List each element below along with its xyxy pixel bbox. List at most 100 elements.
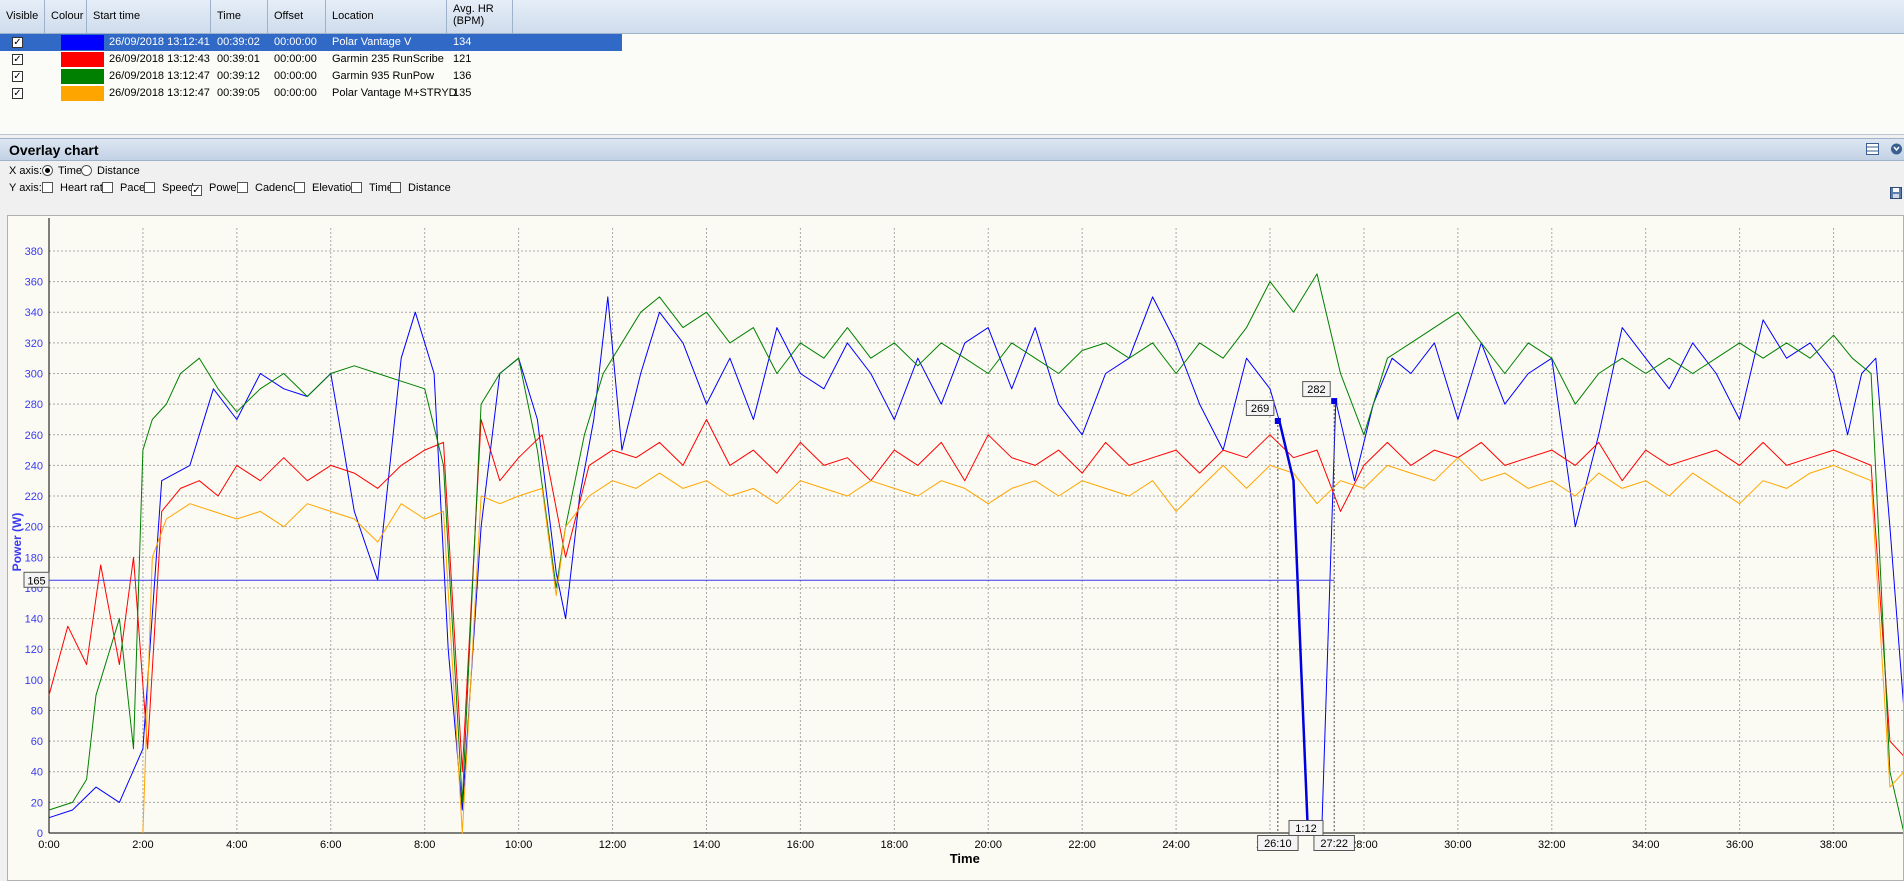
y-option-power-checkbox[interactable]: ✓ xyxy=(191,185,202,196)
avg-hr-cell: 136 xyxy=(453,70,472,82)
location-cell: Polar Vantage M+STRYD xyxy=(332,87,457,99)
time-cell: 00:39:01 xyxy=(217,53,260,65)
y-tick-label: 20 xyxy=(31,797,43,809)
avg-hr-cell: 121 xyxy=(453,53,472,65)
session-row[interactable]: ✓ 26/09/2018 13:12:47 00:39:05 00:00:00 Pola… xyxy=(0,85,622,102)
x-tick-label: 4:00 xyxy=(226,839,247,851)
visible-checkbox[interactable]: ✓ xyxy=(12,37,23,48)
colour-swatch[interactable] xyxy=(61,35,104,50)
col-header-colour[interactable]: Colour xyxy=(45,0,87,33)
series-line xyxy=(48,273,1903,831)
col-header-offset[interactable]: Offset xyxy=(268,0,326,33)
y-option-distance[interactable]: Distance xyxy=(390,182,451,194)
session-row[interactable]: ✓ 26/09/2018 13:12:43 00:39:01 00:00:00 Garm… xyxy=(0,51,622,68)
x-option-distance-label: Distance xyxy=(97,165,140,177)
y-tick-label: 320 xyxy=(25,338,43,350)
power-chart-svg[interactable]: 0204060801001201401601802002202402602803… xyxy=(8,216,1904,881)
x-option-time-label: Time xyxy=(58,165,83,177)
y-option-time-checkbox[interactable] xyxy=(351,182,362,193)
time-cell: 00:39:02 xyxy=(217,36,260,48)
colour-swatch[interactable] xyxy=(61,86,104,101)
x-tick-label: 18:00 xyxy=(881,839,909,851)
colour-swatch[interactable] xyxy=(61,69,104,84)
y-option-elevation[interactable]: Elevation xyxy=(294,182,357,194)
offset-cell: 00:00:00 xyxy=(274,36,317,48)
colour-swatch[interactable] xyxy=(61,52,104,67)
y-tick-label: 300 xyxy=(25,369,43,381)
y-option-speed-checkbox[interactable] xyxy=(144,182,155,193)
x-tick-label: 8:00 xyxy=(414,839,435,851)
collapse-icon[interactable] xyxy=(1890,143,1903,155)
y-option-pace-checkbox[interactable] xyxy=(102,182,113,193)
x-tick-label: 38:00 xyxy=(1820,839,1848,851)
y-tick-label: 200 xyxy=(25,522,43,534)
x-tick-label: 14:00 xyxy=(693,839,721,851)
avg-hr-line1: Avg. HR xyxy=(453,3,494,15)
x-tick-label: 22:00 xyxy=(1068,839,1096,851)
x-tick-label: 6:00 xyxy=(320,839,341,851)
x-option-time[interactable]: Time xyxy=(42,165,82,177)
x-tick-label: 30:00 xyxy=(1444,839,1472,851)
y-tick-label: 120 xyxy=(25,644,43,656)
x-option-time-radio[interactable] xyxy=(42,165,53,176)
x-tick-label: 0:00 xyxy=(38,839,59,851)
y-option-elevation-checkbox[interactable] xyxy=(294,182,305,193)
x-option-distance[interactable]: Distance xyxy=(81,165,140,177)
y-option-time[interactable]: Time xyxy=(351,182,393,194)
y-option-heart-rate-checkbox[interactable] xyxy=(42,182,53,193)
time-cell: 00:39:05 xyxy=(217,87,260,99)
col-header-location[interactable]: Location xyxy=(326,0,447,33)
series-line xyxy=(48,419,1903,773)
y-option-cadence-checkbox[interactable] xyxy=(237,182,248,193)
y-option-cadence-label: Cadence xyxy=(255,182,300,194)
session-grid: Visible Colour Start time Time Offset Lo… xyxy=(0,0,1904,135)
x-axis-label: X axis: xyxy=(9,165,43,177)
y-tick-label: 60 xyxy=(31,736,43,748)
selection-end-value: 282 xyxy=(1307,384,1325,396)
col-header-visible[interactable]: Visible xyxy=(0,0,45,33)
y-option-distance-checkbox[interactable] xyxy=(390,182,401,193)
visible-checkbox[interactable]: ✓ xyxy=(12,54,23,65)
col-header-start-time[interactable]: Start time xyxy=(87,0,211,33)
selection-duration: 1:12 xyxy=(1295,823,1316,835)
layout-icon[interactable] xyxy=(1866,143,1879,155)
y-tick-label: 100 xyxy=(25,675,43,687)
x-axis-title: Time xyxy=(950,851,980,866)
y-tick-label: 360 xyxy=(25,277,43,289)
session-row[interactable]: ✓ 26/09/2018 13:12:47 00:39:12 00:00:00 Garm… xyxy=(0,68,622,85)
y-tick-label: 80 xyxy=(31,705,43,717)
selection-start-time: 26:10 xyxy=(1264,838,1292,850)
offset-cell: 00:00:00 xyxy=(274,53,317,65)
save-icon[interactable] xyxy=(1890,187,1902,199)
grid-header: Visible Colour Start time Time Offset Lo… xyxy=(0,0,1904,34)
y-tick-label: 140 xyxy=(25,614,43,626)
y-option-heart-rate[interactable]: Heart rate xyxy=(42,182,109,194)
avg-hr-cell: 135 xyxy=(453,87,472,99)
selection-start-marker[interactable] xyxy=(1274,417,1281,424)
visible-checkbox[interactable]: ✓ xyxy=(12,71,23,82)
location-cell: Polar Vantage V xyxy=(332,36,412,48)
y-option-speed[interactable]: Speed xyxy=(144,182,194,194)
col-header-avg-hr[interactable]: Avg. HR (BPM) xyxy=(447,0,513,33)
y-option-power-label: Power xyxy=(209,182,241,194)
visible-checkbox[interactable]: ✓ xyxy=(12,88,23,99)
cursor-value: 165 xyxy=(27,575,45,587)
offset-cell: 00:00:00 xyxy=(274,87,317,99)
overlay-chart-plot[interactable]: 0 20 40 60 80 100 120 140 160 180 200 220 240 260 280 3… xyxy=(7,215,1904,881)
y-option-speed-label: Speed xyxy=(162,182,194,194)
x-tick-label: 12:00 xyxy=(599,839,627,851)
x-option-distance-radio[interactable] xyxy=(81,165,92,176)
session-row[interactable]: ✓ 26/09/2018 13:12:41 00:39:02 00:00:00 Pola… xyxy=(0,34,622,51)
y-option-pace-label: Pace xyxy=(120,182,146,194)
y-option-power[interactable]: ✓ Power xyxy=(191,182,240,196)
overlay-chart-title: Overlay chart xyxy=(9,142,99,158)
col-header-time[interactable]: Time xyxy=(211,0,268,33)
time-cell: 00:39:12 xyxy=(217,70,260,82)
x-tick-label: 2:00 xyxy=(132,839,153,851)
y-option-pace[interactable]: Pace xyxy=(102,182,145,194)
avg-hr-cell: 134 xyxy=(453,36,472,48)
selection-end-marker[interactable] xyxy=(1331,398,1338,405)
y-tick-label: 340 xyxy=(25,307,43,319)
y-option-cadence[interactable]: Cadence xyxy=(237,182,299,194)
y-tick-label: 240 xyxy=(25,460,43,472)
